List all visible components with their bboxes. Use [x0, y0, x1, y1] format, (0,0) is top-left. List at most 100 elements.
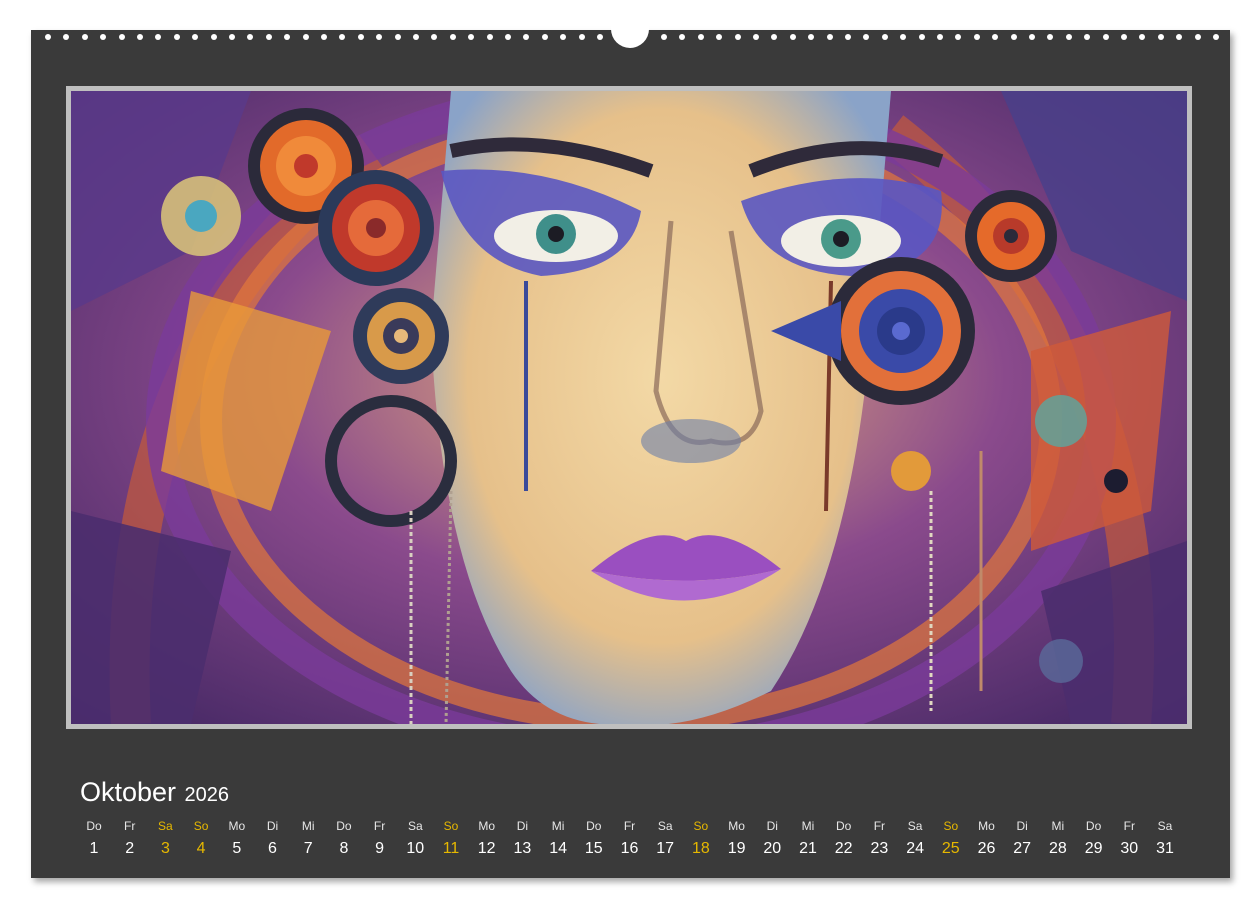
day-cell: Mo 5 — [219, 818, 255, 858]
weekday-label: Do — [836, 819, 852, 833]
binding-hole — [357, 34, 364, 40]
day-cell: Fr 16 — [612, 818, 648, 858]
day-number: 20 — [763, 840, 782, 857]
day-cell: Di 20 — [754, 818, 790, 858]
weekday-label: Sa — [407, 819, 423, 833]
binding-hole — [394, 34, 401, 40]
day-cell: Di 13 — [504, 818, 540, 858]
binding-hole — [523, 34, 530, 40]
day-number: 16 — [620, 840, 639, 857]
binding-hole — [321, 34, 327, 40]
binding-hole — [431, 34, 438, 40]
day-number: 3 — [160, 840, 170, 857]
binding-hole — [413, 34, 419, 40]
day-number: 30 — [1120, 840, 1139, 857]
binding-hole — [1047, 34, 1054, 40]
day-number: 1 — [89, 840, 99, 857]
binding-hole — [597, 34, 603, 40]
weekday-label: Mo — [478, 819, 496, 833]
binding-hole — [753, 34, 759, 40]
binding-hole — [955, 34, 962, 40]
abstract-face-artwork — [71, 91, 1187, 724]
binding-hole — [505, 34, 511, 40]
binding-hole — [284, 34, 291, 40]
day-strip: Do 1 Fr 2 Sa 3 So 4 Mo 5 Di 6 Mi 7 Do 8 Fr 9 Sa 10 So 11 Mo 12 D… — [76, 818, 1184, 862]
binding-hole — [1029, 34, 1035, 40]
day-number: 31 — [1156, 840, 1174, 857]
binding-hole — [918, 34, 925, 40]
day-number: 23 — [870, 840, 889, 857]
artwork-frame — [66, 86, 1192, 729]
weekday-label: Sa — [907, 819, 923, 833]
binding-hole — [679, 34, 686, 40]
binding-hole — [63, 34, 70, 40]
day-number: 26 — [977, 840, 996, 857]
binding-hole — [1084, 34, 1091, 40]
binding-hole — [863, 34, 870, 40]
day-cell: Sa 24 — [897, 818, 933, 858]
day-cell: Mi 28 — [1040, 818, 1076, 858]
day-number: 19 — [727, 840, 746, 857]
day-cell: So 18 — [683, 818, 719, 858]
day-number: 22 — [834, 840, 853, 857]
binding-hole — [118, 34, 125, 40]
day-cell: Do 1 — [76, 818, 112, 858]
binding-hole — [541, 34, 548, 40]
weekday-label: Do — [336, 819, 352, 833]
day-cell: Do 15 — [576, 818, 612, 858]
day-cell: Mo 12 — [469, 818, 505, 858]
binding-hole — [1065, 34, 1072, 40]
binding-hole — [173, 34, 180, 40]
day-number: 29 — [1084, 840, 1103, 857]
weekday-label: Di — [516, 819, 529, 833]
day-cell: Mi 14 — [540, 818, 576, 858]
day-cell: Di 27 — [1004, 818, 1040, 858]
binding-hole — [1213, 34, 1219, 40]
day-number: 24 — [906, 840, 924, 857]
day-cell: Mo 26 — [969, 818, 1005, 858]
binding-hole — [1010, 34, 1017, 40]
binding-hole — [973, 34, 980, 40]
weekday-label: Do — [586, 819, 602, 833]
binding-hole — [155, 34, 162, 40]
binding-hole — [210, 34, 217, 40]
binding-hole — [1102, 34, 1109, 40]
day-number: 15 — [584, 840, 603, 857]
binding-hole — [900, 34, 907, 40]
binding-hole — [716, 34, 723, 40]
day-number: 14 — [549, 840, 567, 857]
day-number: 28 — [1048, 840, 1067, 857]
weekday-label: Fr — [1123, 819, 1135, 833]
binding-hole — [339, 34, 346, 40]
day-number: 21 — [799, 840, 817, 857]
weekday-label: Mo — [228, 819, 246, 833]
binding-hole — [992, 34, 999, 40]
weekday-label: Fr — [373, 819, 386, 833]
day-cell: Fr 2 — [112, 818, 148, 858]
day-cell: Fr 30 — [1111, 818, 1147, 858]
binding-hole — [247, 34, 254, 40]
day-number: 2 — [125, 840, 135, 857]
binding-hole — [486, 34, 493, 40]
binding-hole — [845, 34, 851, 40]
day-cell: Do 29 — [1076, 818, 1112, 858]
binding-hole — [100, 34, 107, 40]
weekday-label: Di — [266, 819, 279, 833]
binding-hole — [808, 34, 815, 40]
day-cell: So 25 — [933, 818, 969, 858]
binding-hole — [578, 34, 585, 40]
binding-hole — [937, 34, 943, 40]
day-number: 10 — [406, 840, 425, 857]
weekday-label: Mo — [728, 819, 745, 833]
weekday-label: Sa — [1157, 819, 1173, 833]
binding-hole — [789, 34, 796, 40]
binding-hole — [1194, 34, 1201, 40]
binding-hole — [1121, 34, 1127, 40]
binding-hole — [881, 34, 888, 40]
binding-hole — [771, 34, 778, 40]
binding-hole — [734, 34, 741, 40]
day-number: 12 — [477, 840, 496, 857]
day-cell: Fr 9 — [362, 818, 398, 858]
day-number: 9 — [375, 840, 385, 857]
binding-hole — [229, 34, 235, 40]
